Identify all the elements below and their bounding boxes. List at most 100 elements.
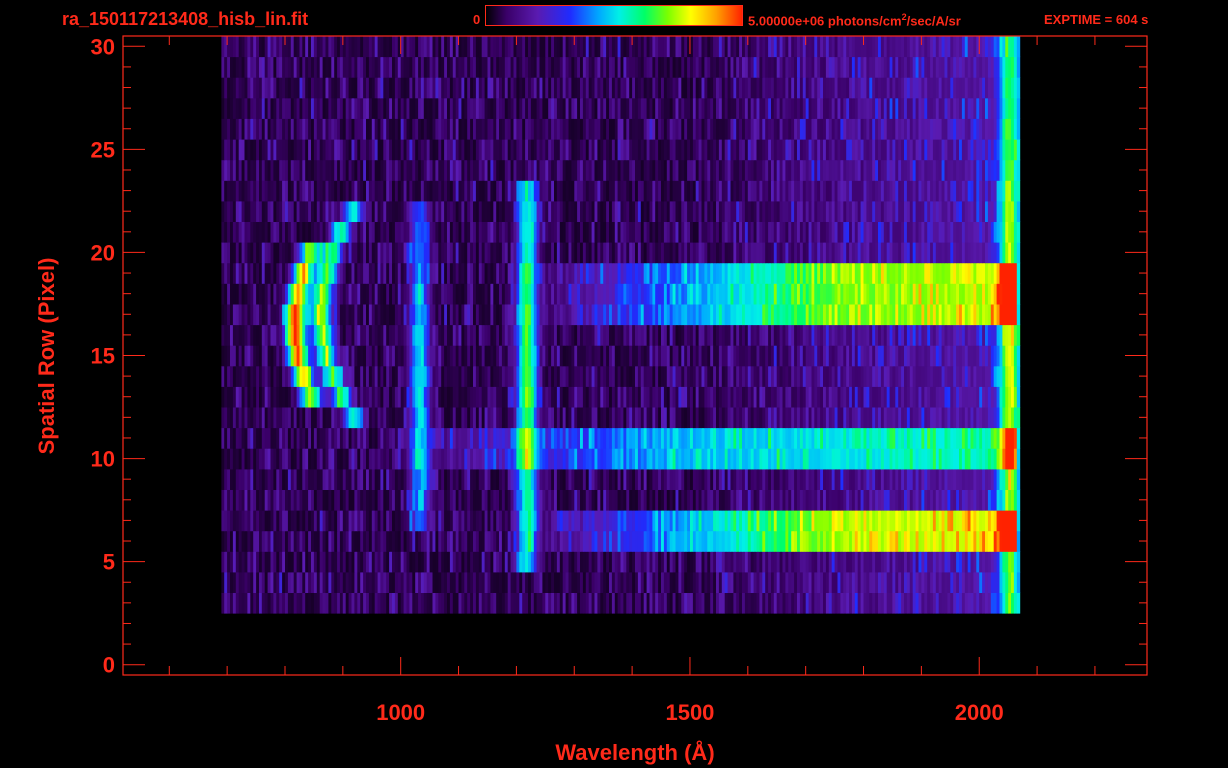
- heatmap-cell: [591, 345, 595, 367]
- heatmap-cell: [756, 283, 760, 305]
- heatmap-cell: [279, 221, 283, 243]
- heatmap-cell: [467, 510, 471, 532]
- heatmap-cell: [643, 468, 648, 490]
- heatmap-cell: [559, 365, 564, 387]
- heatmap-cell: [904, 283, 908, 305]
- heatmap-cell: [744, 468, 749, 490]
- heatmap-cell: [403, 345, 407, 367]
- heatmap-cell: [516, 571, 520, 593]
- heatmap-cell: [632, 365, 636, 387]
- heatmap-cell: [339, 468, 344, 490]
- heatmap-cell: [944, 407, 948, 429]
- heatmap-cell: [577, 324, 581, 346]
- heatmap-cell: [363, 242, 367, 264]
- heatmap-cell: [386, 242, 390, 264]
- heatmap-cell: [932, 262, 937, 284]
- heatmap-cell: [464, 571, 468, 593]
- heatmap-cell: [539, 262, 543, 284]
- heatmap-cell: [973, 468, 977, 490]
- heatmap-cell: [368, 510, 373, 532]
- heatmap-cell: [319, 592, 324, 614]
- heatmap-cell: [513, 324, 517, 346]
- heatmap-cell: [851, 386, 856, 408]
- heatmap-cell: [475, 427, 480, 449]
- heatmap-cell: [747, 262, 752, 284]
- heatmap-cell: [481, 407, 486, 429]
- heatmap-cell: [296, 283, 300, 305]
- heatmap-cell: [791, 571, 795, 593]
- heatmap-cell: [351, 468, 355, 490]
- heatmap-cell: [661, 489, 665, 511]
- heatmap-cell: [397, 283, 402, 305]
- heatmap-cell: [444, 365, 448, 387]
- heatmap-cell: [409, 592, 413, 614]
- heatmap-cell: [386, 530, 390, 552]
- heatmap-cell: [606, 448, 610, 470]
- spectrum-heatmap-chart: 1000 1500 2000051015202530 Wavelength (Å) …: [34, 34, 1148, 765]
- heatmap-cell: [985, 407, 989, 429]
- heatmap-cell: [970, 448, 974, 470]
- heatmap-cell: [750, 571, 755, 593]
- heatmap-cell: [247, 365, 251, 387]
- heatmap-cell: [828, 448, 833, 470]
- heatmap-cell: [1002, 468, 1006, 490]
- heatmap-cell: [872, 592, 876, 614]
- heatmap-cell: [241, 221, 245, 243]
- heatmap-cell: [582, 427, 587, 449]
- heatmap-cell: [759, 283, 763, 305]
- heatmap-cell: [973, 571, 977, 593]
- heatmap-cell: [710, 324, 714, 346]
- heatmap-cell: [331, 468, 335, 490]
- heatmap-cell: [447, 530, 451, 552]
- heatmap-cell: [582, 530, 587, 552]
- heatmap-cell: [678, 324, 682, 346]
- heatmap-cell: [982, 510, 986, 532]
- heatmap-cell: [834, 242, 838, 264]
- heatmap-cell: [458, 489, 462, 511]
- heatmap-cell: [473, 468, 477, 490]
- heatmap-cell: [666, 345, 671, 367]
- heatmap-cell: [420, 304, 425, 326]
- heatmap-cell: [993, 571, 998, 593]
- heatmap-cell: [1013, 592, 1018, 614]
- heatmap-cell: [744, 345, 749, 367]
- heatmap-cell: [753, 571, 757, 593]
- heatmap-cell: [704, 262, 708, 284]
- heatmap-cell: [982, 530, 986, 552]
- heatmap-cell: [444, 551, 448, 573]
- heatmap-cell: [773, 242, 778, 264]
- heatmap-cell: [990, 530, 995, 552]
- heatmap-cell: [542, 365, 546, 387]
- heatmap-cell: [935, 489, 940, 511]
- heatmap-cell: [768, 427, 772, 449]
- heatmap-cell: [519, 262, 523, 284]
- heatmap-cell: [805, 427, 810, 449]
- heatmap-cell: [895, 592, 899, 614]
- heatmap-cell: [261, 468, 266, 490]
- heatmap-cell: [316, 530, 321, 552]
- heatmap-cell: [909, 427, 914, 449]
- heatmap-cell: [571, 324, 575, 346]
- heatmap-cell: [684, 551, 688, 573]
- heatmap-cell: [313, 407, 318, 429]
- heatmap-cell: [906, 530, 911, 552]
- heatmap-cell: [875, 571, 879, 593]
- heatmap-cell: [311, 592, 315, 614]
- heatmap-cell: [669, 283, 674, 305]
- heatmap-cell: [805, 345, 810, 367]
- heatmap-cell: [921, 530, 925, 552]
- heatmap-cell: [525, 571, 529, 593]
- heatmap-cell: [357, 262, 361, 284]
- heatmap-cell: [394, 324, 399, 346]
- heatmap-cell: [915, 324, 919, 346]
- heatmap-cell: [522, 592, 526, 614]
- heatmap-cell: [979, 489, 983, 511]
- heatmap-cell: [406, 365, 410, 387]
- heatmap-cell: [687, 427, 691, 449]
- heatmap-cell: [545, 448, 549, 470]
- heatmap-cell: [730, 551, 734, 573]
- heatmap-cell: [406, 510, 410, 532]
- heatmap-cell: [478, 242, 483, 264]
- heatmap-cell: [756, 304, 760, 326]
- heatmap-cell: [501, 468, 506, 490]
